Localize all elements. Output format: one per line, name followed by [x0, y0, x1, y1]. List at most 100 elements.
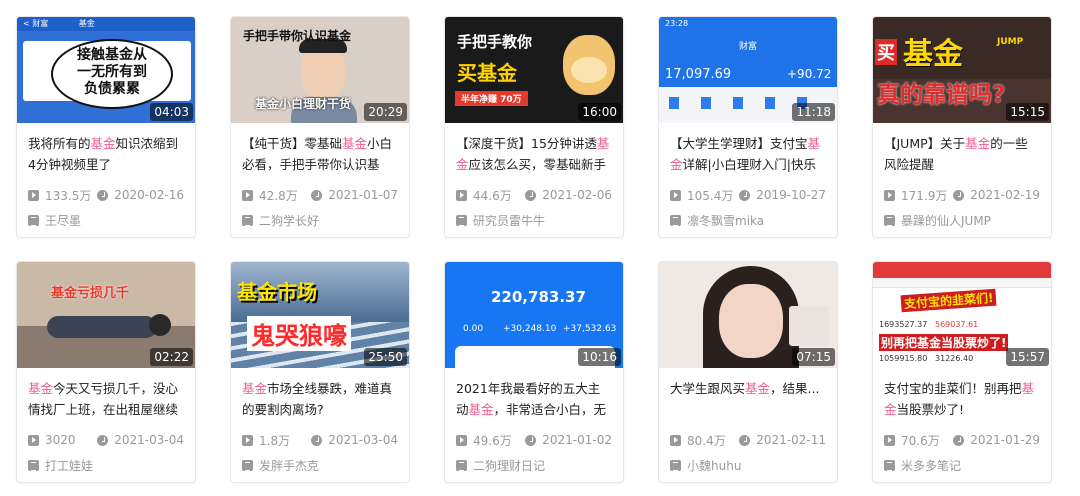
video-title[interactable]: 【JUMP】关于基金的一些风险提醒	[873, 133, 1051, 175]
clock-icon	[525, 189, 537, 201]
view-count-text: 42.8万	[259, 188, 298, 203]
video-thumbnail[interactable]: 手把手带你认识基金 基金小白理财干货 20:29	[231, 17, 409, 123]
upload-date-text: 2020-02-16	[114, 188, 184, 202]
video-title[interactable]: 基金今天又亏损几千，没心情找厂上班，在出租屋继续	[17, 378, 195, 420]
keyword-highlight: 基金	[342, 136, 368, 151]
video-thumbnail[interactable]: 支付宝的韭菜们! 别再把基金当股票炒了! 1693527.37 569037.6…	[873, 262, 1051, 368]
uploader-name[interactable]: 王尽墨	[45, 212, 81, 229]
play-icon	[884, 434, 895, 446]
uploader[interactable]: 打工娃娃	[17, 457, 195, 474]
video-meta: 49.6万 2021-01-02	[445, 432, 623, 448]
video-meta: 44.6万 2021-02-06	[445, 187, 623, 203]
uploader-name[interactable]: 发胖手杰克	[259, 457, 319, 474]
video-card[interactable]: 07:15 大学生跟风买基金，结果... 80.4万 2021-02-11 小魏…	[658, 261, 838, 483]
video-thumbnail[interactable]: 23:28 财富 17,097.69 +90.72 11:18	[659, 17, 837, 123]
uploader-icon	[670, 215, 681, 226]
uploader[interactable]: 王尽墨	[17, 212, 195, 229]
uploader-name[interactable]: 暴躁的仙人JUMP	[901, 212, 991, 229]
video-card[interactable]: 23:28 财富 17,097.69 +90.72 11:18 【大学生学理财】…	[658, 16, 838, 238]
uploader[interactable]: 小魏huhu	[659, 457, 837, 474]
video-title[interactable]: 【大学生学理财】支付宝基金详解|小白理财入门|快乐	[659, 133, 837, 175]
view-count: 3020	[28, 433, 95, 447]
video-thumbnail[interactable]: 手把手教你 买基金 半年净赚 70万 16:00	[445, 17, 623, 123]
video-meta: 105.4万 2019-10-27	[659, 187, 837, 203]
duration-badge: 20:29	[364, 103, 407, 121]
video-card[interactable]: 支付宝的韭菜们! 别再把基金当股票炒了! 1693527.37 569037.6…	[872, 261, 1052, 483]
video-card[interactable]: 基金市场 鬼哭狼嚎 25:50 基金市场全线暴跌，难道真的要割肉离场? 1.8万…	[230, 261, 410, 483]
video-thumbnail[interactable]: 07:15	[659, 262, 837, 368]
thumb-caption: 基金	[903, 37, 963, 72]
uploader-name[interactable]: 凛冬飘雪mika	[687, 212, 764, 229]
play-icon	[242, 434, 253, 446]
video-thumbnail[interactable]: < 财富 基金 接触基金从 一无所有到 负债累累 04:03	[17, 17, 195, 123]
uploader-icon	[884, 215, 895, 226]
video-title[interactable]: 【纯干货】零基础基金小白必看，手把手带你认识基	[231, 133, 409, 175]
uploader[interactable]: 二狗理财日记	[445, 457, 623, 474]
play-icon	[884, 189, 895, 201]
thumb-caption: 半年净赚 70万	[455, 91, 528, 106]
uploader[interactable]: 二狗学长好	[231, 212, 409, 229]
video-card[interactable]: 手把手带你认识基金 基金小白理财干货 20:29 【纯干货】零基础基金小白必看，…	[230, 16, 410, 238]
video-title[interactable]: 大学生跟风买基金，结果...	[659, 378, 837, 420]
video-title[interactable]: 2021年我最看好的五大主动基金，非常适合小白，无需	[445, 378, 623, 420]
video-thumbnail[interactable]: 基金亏损几千 02:22	[17, 262, 195, 368]
video-thumbnail[interactable]: 基金市场 鬼哭狼嚎 25:50	[231, 262, 409, 368]
video-title[interactable]: 基金市场全线暴跌，难道真的要割肉离场?	[231, 378, 409, 420]
uploader-name[interactable]: 打工娃娃	[45, 457, 93, 474]
duration-badge: 04:03	[150, 103, 193, 121]
video-card[interactable]: 220,783.37 0.00 +30,248.10 +37,532.63 10…	[444, 261, 624, 483]
video-card[interactable]: < 财富 基金 接触基金从 一无所有到 负债累累 04:03 我将所有的基金知识浓缩…	[16, 16, 196, 238]
video-meta: 3020 2021-03-04	[17, 432, 195, 448]
view-count: 1.8万	[242, 432, 309, 449]
uploader[interactable]: 研究员雷牛牛	[445, 212, 623, 229]
upload-date-text: 2021-01-07	[328, 188, 398, 202]
duration-badge: 10:16	[578, 348, 621, 366]
uploader[interactable]: 暴躁的仙人JUMP	[873, 212, 1051, 229]
upload-date-text: 2021-01-02	[542, 433, 612, 447]
clock-icon	[739, 434, 751, 446]
video-card[interactable]: 手把手教你 买基金 半年净赚 70万 16:00 【深度干货】15分钟讲透基金应…	[444, 16, 624, 238]
video-title[interactable]: 【深度干货】15分钟讲透基金应该怎么买，零基础新手	[445, 133, 623, 175]
video-title[interactable]: 我将所有的基金知识浓缩到4分钟视频里了	[17, 133, 195, 175]
thumb-caption: +30,248.10	[503, 324, 557, 334]
play-icon	[670, 189, 681, 201]
video-meta: 80.4万 2021-02-11	[659, 432, 837, 448]
uploader-name[interactable]: 米多多笔记	[901, 457, 961, 474]
view-count-text: 171.9万	[901, 188, 948, 203]
uploader[interactable]: 凛冬飘雪mika	[659, 212, 837, 229]
video-thumbnail[interactable]: 买 基金 真的靠谱吗? JUMP 15:15	[873, 17, 1051, 123]
uploader-name[interactable]: 小魏huhu	[687, 457, 741, 474]
video-title[interactable]: 支付宝的韭菜们！别再把基金当股票炒了!	[873, 378, 1051, 420]
thumb-caption: 财富	[739, 42, 758, 52]
uploader-icon	[28, 215, 39, 226]
thumb-caption: 1693527.37	[879, 320, 928, 329]
uploader-name[interactable]: 二狗学长好	[259, 212, 319, 229]
video-card[interactable]: 买 基金 真的靠谱吗? JUMP 15:15 【JUMP】关于基金的一些风险提醒…	[872, 16, 1052, 238]
duration-badge: 02:22	[150, 348, 193, 366]
uploader-icon	[28, 460, 39, 471]
video-grid: < 财富 基金 接触基金从 一无所有到 负债累累 04:03 我将所有的基金知识浓缩…	[0, 0, 1080, 496]
video-meta: 42.8万 2021-01-07	[231, 187, 409, 203]
video-thumbnail[interactable]: 220,783.37 0.00 +30,248.10 +37,532.63 10…	[445, 262, 623, 368]
view-count: 171.9万	[884, 187, 951, 204]
view-count: 70.6万	[884, 432, 951, 449]
uploader[interactable]: 发胖手杰克	[231, 457, 409, 474]
uploader[interactable]: 米多多笔记	[873, 457, 1051, 474]
keyword-highlight: 基金	[90, 136, 116, 151]
thumb-caption: 31226.40	[935, 354, 974, 363]
clock-icon	[739, 189, 751, 201]
upload-date: 2019-10-27	[739, 188, 826, 202]
play-icon	[242, 189, 253, 201]
uploader-name[interactable]: 二狗理财日记	[473, 457, 545, 474]
thumb-caption: 0.00	[463, 324, 484, 334]
thumb-caption: +37,532.63	[563, 324, 617, 334]
uploader-name[interactable]: 研究员雷牛牛	[473, 212, 545, 229]
clock-icon	[953, 434, 965, 446]
keyword-highlight: 基金	[670, 136, 821, 172]
keyword-highlight: 基金	[884, 381, 1035, 417]
duration-badge: 07:15	[792, 348, 835, 366]
view-count-text: 80.4万	[687, 433, 726, 448]
video-card[interactable]: 基金亏损几千 02:22 基金今天又亏损几千，没心情找厂上班，在出租屋继续 30…	[16, 261, 196, 483]
view-count-text: 3020	[45, 433, 76, 447]
upload-date: 2021-03-04	[311, 433, 398, 447]
